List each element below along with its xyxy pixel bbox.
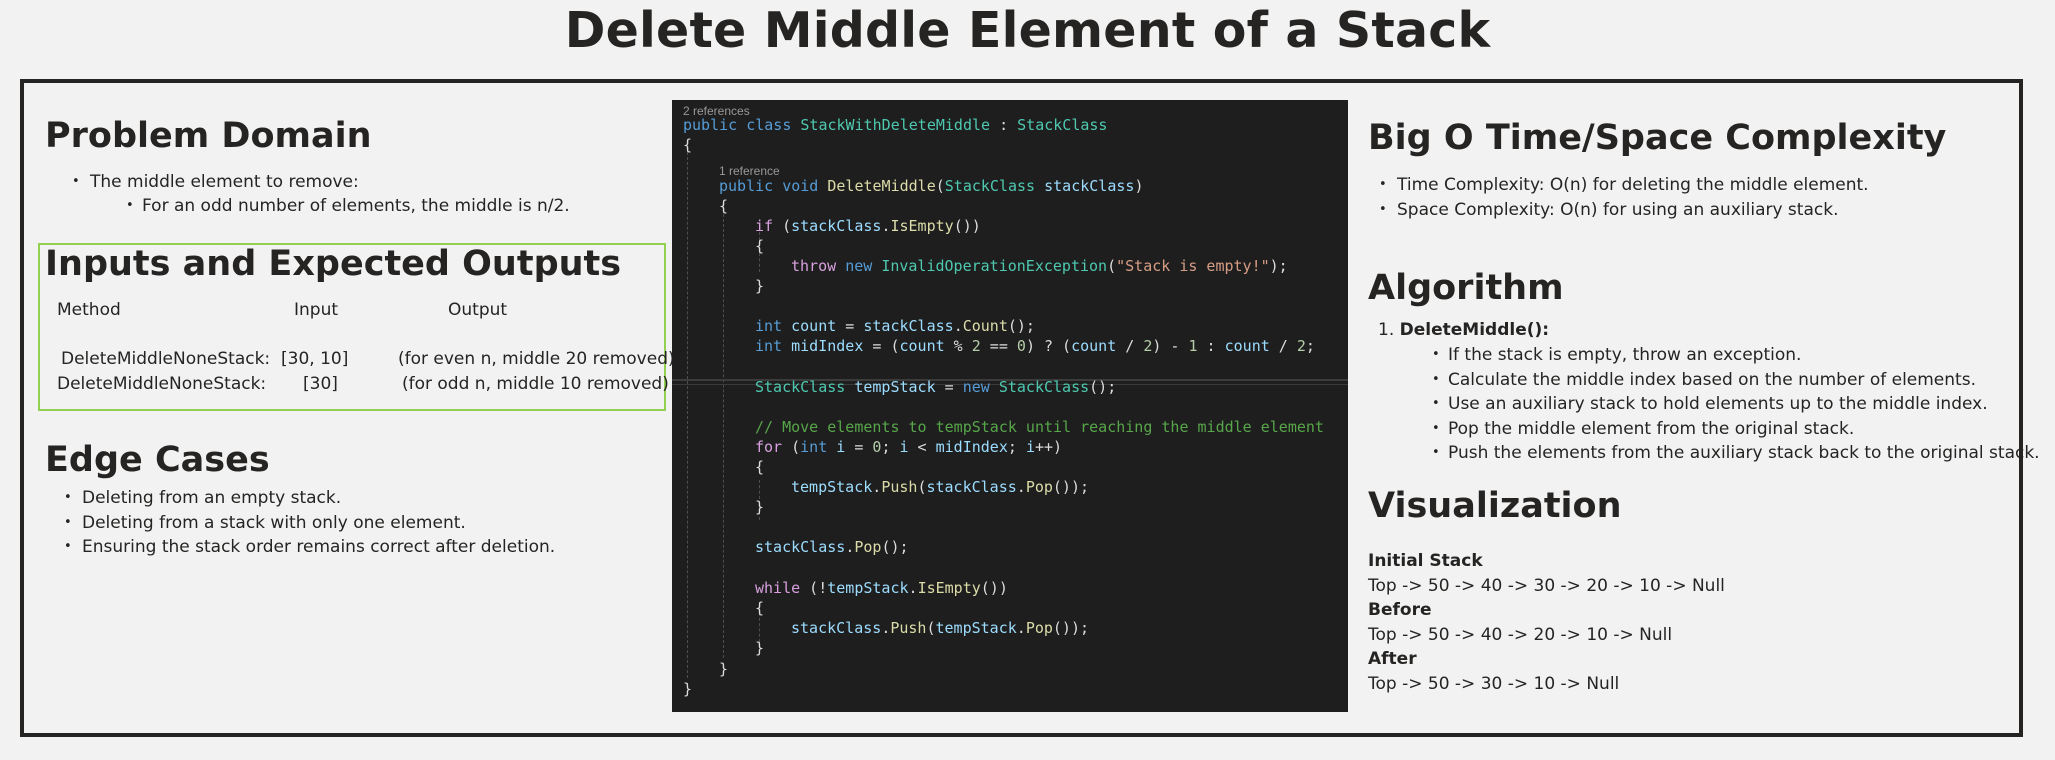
algorithm-sublist: If the stack is empty, throw an exceptio…	[1432, 343, 2040, 466]
io-row-1-output: (for even n, middle 20 removed)	[398, 349, 675, 369]
code-line-brace: }	[755, 639, 765, 657]
algorithm-sub-item: If the stack is empty, throw an exceptio…	[1432, 343, 2040, 368]
problem-domain-heading: Problem Domain	[45, 116, 372, 156]
viz-initial-label: Initial Stack	[1368, 551, 1483, 571]
complexity-list: Time Complexity: O(n) for deleting the m…	[1377, 173, 1869, 222]
problem-domain-list: The middle element to remove:	[70, 170, 359, 195]
code-line-brace: {	[755, 599, 765, 617]
code-line-brace: {	[683, 136, 693, 154]
inputs-outputs-heading: Inputs and Expected Outputs	[45, 244, 622, 284]
algorithm-step-number: 1.	[1378, 320, 1395, 340]
code-line-if: if (stackClass.IsEmpty())	[755, 217, 981, 235]
code-line-brace: }	[755, 277, 765, 295]
algorithm-step-title: DeleteMiddle():	[1399, 320, 1550, 340]
edge-cases-list: Deleting from an empty stack. Deleting f…	[62, 486, 555, 560]
io-col-output: Output	[448, 300, 508, 320]
code-line-tempstack: StackClass tempStack = new StackClass();	[755, 378, 1117, 396]
code-line-push-temp: tempStack.Push(stackClass.Pop());	[791, 478, 1090, 496]
code-line-class-decl: public class StackWithDeleteMiddle : Sta…	[683, 116, 1108, 134]
algorithm-sub-item: Pop the middle element from the original…	[1432, 417, 2040, 442]
io-row-2-input: [30]	[303, 374, 338, 394]
visualization-heading: Visualization	[1368, 486, 1622, 526]
edge-case-item: Ensuring the stack order remains correct…	[62, 535, 555, 560]
code-line-midindex: int midIndex = (count % 2 == 0) ? (count…	[755, 337, 1315, 355]
problem-domain-bullet: The middle element to remove:	[70, 170, 359, 195]
viz-initial-stack: Top -> 50 -> 40 -> 30 -> 20 -> 10 -> Nul…	[1368, 576, 1725, 596]
problem-domain-sub-bullet: For an odd number of elements, the middl…	[126, 194, 570, 219]
complexity-heading: Big O Time/Space Complexity	[1368, 118, 1947, 158]
io-row-2-output: (for odd n, middle 10 removed)	[402, 374, 669, 394]
viz-before-label: Before	[1368, 600, 1432, 620]
code-line-brace: }	[755, 498, 765, 516]
io-row-1-input: [30, 10]	[281, 349, 349, 369]
code-line-count: int count = stackClass.Count();	[755, 317, 1035, 335]
page-title: Delete Middle Element of a Stack	[564, 2, 1491, 59]
code-references-method: 1 reference	[719, 164, 780, 178]
algorithm-heading: Algorithm	[1368, 268, 1564, 308]
io-row-2-method: DeleteMiddleNoneStack:	[57, 374, 267, 394]
viz-before-stack: Top -> 50 -> 40 -> 20 -> 10 -> Null	[1368, 625, 1673, 645]
io-col-method: Method	[57, 300, 121, 320]
algorithm-step: 1. DeleteMiddle():	[1378, 318, 1549, 343]
code-line-for: for (int i = 0; i < midIndex; i++)	[755, 438, 1063, 456]
algorithm-sub-item: Push the elements from the auxiliary sta…	[1432, 441, 2040, 466]
io-row-1-method: DeleteMiddleNoneStack:	[61, 349, 271, 369]
code-line-brace: {	[719, 197, 729, 215]
code-line-brace: }	[719, 660, 729, 678]
edge-case-item: Deleting from an empty stack.	[62, 486, 555, 511]
code-line-pop: stackClass.Pop();	[755, 538, 909, 556]
code-line-brace: {	[755, 237, 765, 255]
code-line-push-back: stackClass.Push(tempStack.Pop());	[791, 619, 1090, 637]
code-line-comment: // Move elements to tempStack until reac…	[755, 418, 1324, 436]
code-line-while: while (!tempStack.IsEmpty())	[755, 579, 1008, 597]
code-line-method-decl: public void DeleteMiddle(StackClass stac…	[719, 177, 1144, 195]
code-line-brace: {	[755, 458, 765, 476]
algorithm-sub-item: Calculate the middle index based on the …	[1432, 368, 2040, 393]
problem-domain-sublist: For an odd number of elements, the middl…	[126, 194, 570, 219]
io-col-input: Input	[294, 300, 339, 320]
viz-after-stack: Top -> 50 -> 30 -> 10 -> Null	[1368, 674, 1620, 694]
code-panel: 2 references public class StackWithDelet…	[672, 100, 1348, 712]
algorithm-sub-item: Use an auxiliary stack to hold elements …	[1432, 392, 2040, 417]
viz-after-label: After	[1368, 649, 1417, 669]
complexity-item: Time Complexity: O(n) for deleting the m…	[1377, 173, 1869, 198]
code-line-throw: throw new InvalidOperationException("Sta…	[791, 257, 1288, 275]
edge-case-item: Deleting from a stack with only one elem…	[62, 511, 555, 536]
code-line-brace: }	[683, 680, 693, 698]
complexity-item: Space Complexity: O(n) for using an auxi…	[1377, 198, 1869, 223]
edge-cases-heading: Edge Cases	[45, 440, 270, 480]
